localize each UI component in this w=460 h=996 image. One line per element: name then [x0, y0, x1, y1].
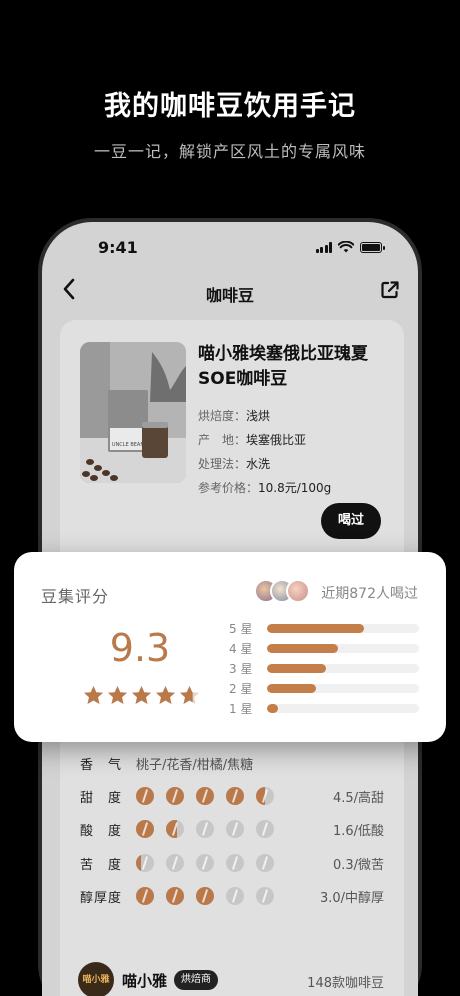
bean-info-roast: 烘焙度：浅烘	[198, 409, 271, 423]
flavor-label: 醇厚度	[80, 890, 123, 906]
rating-score: 9.3	[109, 626, 171, 670]
flavor-row: 甜 度 4.5/高甜	[80, 779, 384, 813]
coffee-bean-icon	[196, 787, 214, 805]
bean-product-image: UNCLE BEAN	[80, 342, 186, 483]
coffee-bean-icon	[196, 887, 214, 905]
star-rating	[83, 685, 200, 705]
rating-bar-fill	[267, 663, 327, 673]
bean-rating	[136, 787, 274, 805]
roaster-card[interactable]: 喵小雅 喵小雅 烘焙商 148款咖啡豆	[60, 940, 404, 996]
bean-rating	[136, 887, 274, 905]
drank-count[interactable]: 近期872人喝过	[321, 583, 418, 603]
rating-label: 豆集评分	[41, 587, 110, 606]
star-icon	[155, 685, 176, 705]
flavor-value: 1.6/低酸	[332, 823, 384, 839]
rating-bar-fill	[267, 623, 365, 633]
rating-bar-2: 2 星	[229, 678, 419, 698]
hero-title: 我的咖啡豆饮用手记	[104, 91, 356, 122]
roaster-bean-count: 148款咖啡豆	[307, 976, 384, 991]
nav-title: 咖啡豆	[205, 286, 254, 305]
coffee-bean-icon	[166, 787, 184, 805]
coffee-bean-icon	[256, 787, 274, 805]
roaster-logo: 喵小雅	[78, 962, 114, 996]
coffee-bean-icon	[196, 820, 214, 838]
flavor-row: 醇厚度 3.0/中醇厚	[80, 879, 384, 913]
coffee-bean-icon	[136, 820, 154, 838]
rating-bar-1: 1 星	[229, 698, 419, 718]
drank-button[interactable]: 喝过	[321, 503, 381, 539]
aroma-value: 桃子/花香/柑橘/焦糖	[136, 757, 254, 773]
hero-subtitle: 一豆一记，解锁产区风土的专属风味	[93, 142, 366, 161]
roaster-name: 喵小雅	[122, 972, 168, 990]
coffee-bean-icon	[256, 887, 274, 905]
coffee-bean-icon	[256, 820, 274, 838]
bean-info-origin: 产 地：埃塞俄比亚	[198, 433, 307, 447]
nav-bar: 咖啡豆	[42, 274, 418, 308]
bean-info: 烘焙度：浅烘 产 地：埃塞俄比亚 处理法：水洗 参考价格：10.8元/100g	[198, 404, 331, 500]
avatar-group[interactable]	[254, 579, 310, 603]
coffee-bean-icon	[256, 854, 274, 872]
flavor-value: 4.5/高甜	[332, 790, 384, 806]
coffee-bean-icon	[136, 787, 154, 805]
aroma-label: 香 气	[80, 757, 123, 773]
rating-card: 豆集评分 近期872人喝过 9.3 5 星 4 星 3 星 2 星 1 星	[14, 552, 446, 742]
rating-bar-5: 5 星	[229, 618, 419, 638]
star-icon	[107, 685, 128, 705]
bean-rating	[136, 854, 274, 872]
rating-bar-3: 3 星	[229, 658, 419, 678]
bean-info-process: 处理法：水洗	[198, 457, 271, 471]
avatar	[286, 579, 310, 603]
battery-icon	[360, 241, 385, 253]
roaster-badge: 烘焙商	[174, 970, 218, 990]
bag-label: UNCLE BEAN	[112, 442, 144, 448]
star-icon	[131, 685, 152, 705]
coffee-bean-icon	[226, 820, 244, 838]
bean-name: 喵小雅埃塞俄比亚瑰夏SOE咖啡豆	[198, 344, 368, 389]
signal-icon	[315, 241, 332, 253]
star-icon	[179, 685, 200, 705]
bean-info-price: 参考价格：10.8元/100g	[198, 481, 332, 495]
coffee-bean-icon	[226, 887, 244, 905]
flavor-label: 甜 度	[80, 790, 123, 806]
flavor-label: 苦 度	[80, 857, 123, 873]
coffee-bean-icon	[196, 854, 214, 872]
coffee-bean-icon	[136, 887, 154, 905]
rating-bar-fill	[267, 683, 316, 693]
flavor-row-aroma: 香 气 桃子/花香/柑橘/焦糖	[80, 746, 384, 780]
share-icon[interactable]	[380, 280, 400, 304]
flavor-row: 苦 度 0.3/微苦	[80, 846, 384, 880]
flavor-label: 酸 度	[80, 823, 123, 839]
flavor-value: 3.0/中醇厚	[319, 890, 384, 906]
rating-bar-fill	[267, 703, 278, 713]
wifi-icon	[338, 241, 354, 253]
flavor-profile: 香 气 桃子/花香/柑橘/焦糖 甜 度 4.5/高甜 酸 度 1.6/低酸 苦 …	[80, 746, 384, 916]
star-icon	[83, 685, 104, 705]
coffee-bean-icon	[166, 854, 184, 872]
flavor-value: 0.3/微苦	[332, 857, 384, 873]
coffee-bean-icon	[166, 887, 184, 905]
status-icons	[315, 241, 385, 253]
status-time: 9:41	[98, 238, 138, 257]
coffee-bean-icon	[226, 787, 244, 805]
rating-bar-4: 4 星	[229, 638, 419, 658]
coffee-bean-icon	[166, 820, 184, 838]
coffee-bean-icon	[136, 854, 154, 872]
coffee-bean-icon	[226, 854, 244, 872]
flavor-row: 酸 度 1.6/低酸	[80, 812, 384, 846]
rating-bar-fill	[267, 643, 339, 653]
bean-rating	[136, 820, 274, 838]
